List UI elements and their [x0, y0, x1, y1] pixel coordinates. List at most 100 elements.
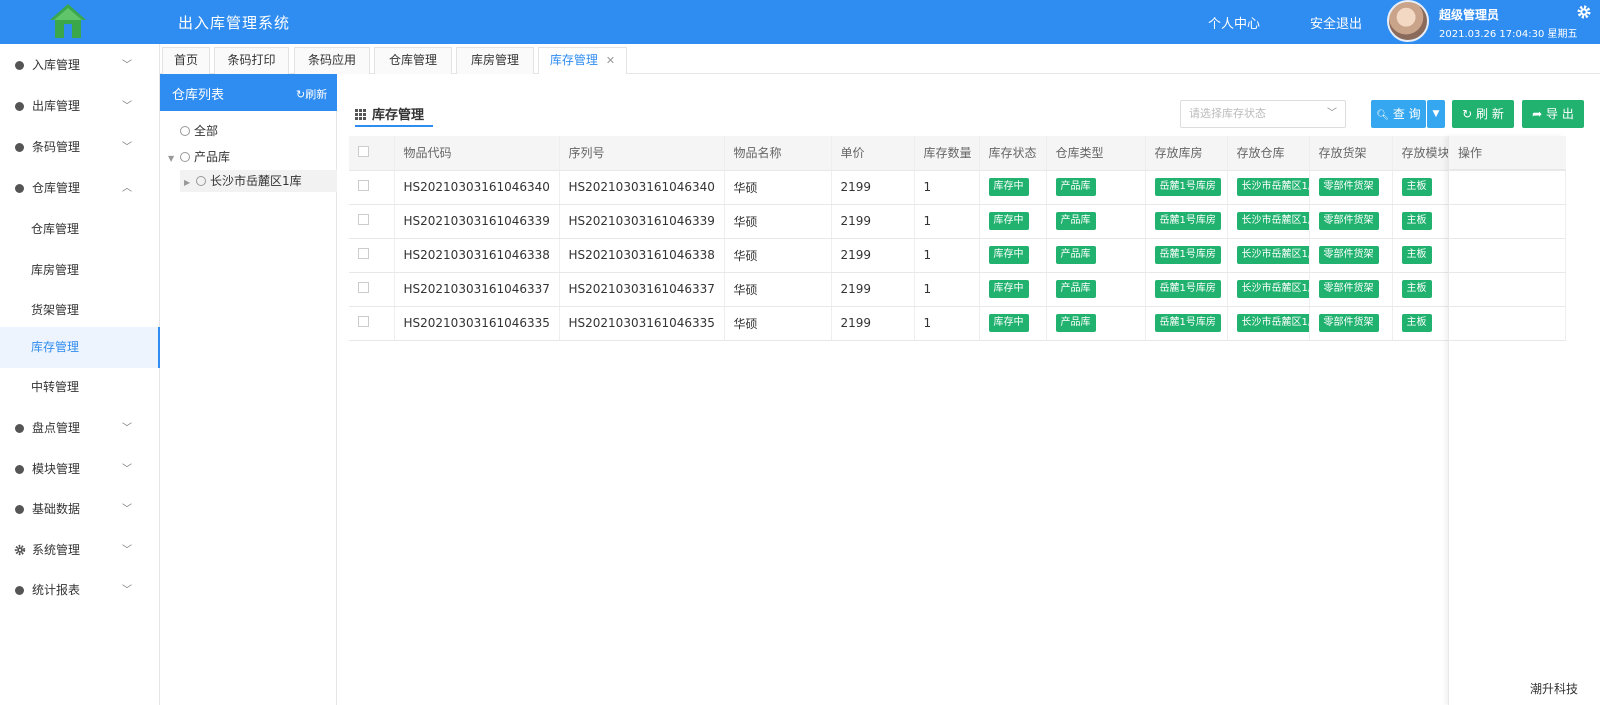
tree-header: 仓库列表 ↻刷新	[160, 74, 337, 111]
sidebar-item-reports[interactable]: 统计报表 ﹀	[0, 570, 160, 611]
sidebar-item-modules[interactable]: 模块管理 ﹀	[0, 449, 160, 490]
sidebar-subitem-transfer[interactable]: 中转管理	[0, 367, 160, 408]
col-storeroom[interactable]: 存放库房	[1145, 136, 1228, 171]
table-cell: HS20210303161046339	[559, 204, 725, 239]
col-warehouse-type[interactable]: 仓库类型	[1046, 136, 1146, 171]
sidebar-item-label: 统计报表	[32, 583, 81, 597]
tree-node-product[interactable]: ▼ 产品库	[168, 146, 230, 168]
table-row[interactable]: HS20210303161046338 HS20210303161046338 华硕…	[349, 238, 1566, 273]
table-body: HS20210303161046340 HS20210303161046340 华硕…	[349, 170, 1566, 341]
sidebar-item-label: 盘点管理	[32, 421, 81, 435]
tag-cell: 零部件货架	[1309, 272, 1393, 307]
personal-center-link[interactable]: 个人中心	[1208, 13, 1260, 32]
status-badge: 库存中	[988, 178, 1029, 196]
table-row[interactable]: HS20210303161046335 HS20210303161046335 华硕…	[349, 306, 1566, 341]
tree-title: 仓库列表	[172, 88, 225, 103]
tab-home[interactable]: 首页	[162, 47, 210, 74]
row-checkbox[interactable]	[358, 214, 369, 225]
col-warehouse[interactable]: 存放仓库	[1227, 136, 1310, 171]
table-cell: HS20210303161046338	[394, 238, 560, 273]
tab-inventory[interactable]: 库存管理 ✕	[538, 47, 627, 74]
row-checkbox[interactable]	[358, 316, 369, 327]
sidebar-item-warehouse[interactable]: 仓库管理 ︿	[0, 168, 160, 209]
sidebar-item-basic-data[interactable]: 基础数据 ﹀	[0, 489, 160, 530]
settings-gear-icon[interactable]	[1576, 4, 1592, 20]
table-cell: 2199	[831, 204, 915, 239]
radio-icon	[180, 152, 190, 162]
select-all-checkbox[interactable]	[358, 145, 369, 157]
col-stock-qty[interactable]: 库存数量	[914, 136, 980, 171]
col-stock-status[interactable]: 库存状态	[979, 136, 1047, 171]
actions-column: 操作	[1448, 136, 1566, 705]
sidebar-item-barcode[interactable]: 条码管理 ﹀	[0, 127, 160, 168]
table-cell: HS20210303161046337	[394, 272, 560, 307]
col-unit-price[interactable]: 单价	[831, 136, 915, 171]
sidebar-subitem-inventory[interactable]: 库存管理	[0, 327, 160, 368]
menu-dot-icon	[15, 184, 24, 193]
chevron-down-icon: ﹀	[122, 464, 132, 475]
row-checkbox-cell	[349, 204, 395, 239]
col-serial-no[interactable]: 序列号	[559, 136, 725, 171]
sidebar-item-system[interactable]: 系统管理 ﹀	[0, 530, 160, 571]
current-datetime: 2021.03.26 17:04:30 星期五	[1439, 29, 1578, 40]
tag-cell: 主板	[1392, 238, 1449, 273]
sidebar-subitem-label: 仓库管理	[31, 222, 80, 236]
home-logo-icon[interactable]	[48, 2, 88, 40]
sidebar-subitem-shelf[interactable]: 货架管理	[0, 290, 160, 331]
user-avatar[interactable]	[1387, 0, 1429, 42]
table-cell: 1	[914, 306, 980, 341]
sidebar-item-inbound[interactable]: 入库管理 ﹀	[0, 45, 160, 86]
tag-cell: 主板	[1392, 306, 1449, 341]
tag-cell: 岳麓1号库房	[1145, 306, 1228, 341]
col-module[interactable]: 存放模块	[1392, 136, 1449, 171]
menu-dot-icon	[15, 102, 24, 111]
row-checkbox[interactable]	[358, 180, 369, 191]
tag-cell: 岳麓1号库房	[1145, 204, 1228, 239]
tab-barcode-apply[interactable]: 条码应用	[294, 47, 370, 74]
status-badge: 长沙市岳麓区1库	[1236, 280, 1308, 298]
table-row[interactable]: HS20210303161046337 HS20210303161046337 华硕…	[349, 272, 1566, 307]
sidebar-item-label: 仓库管理	[32, 181, 81, 195]
tag-cell: 长沙市岳麓区1库	[1227, 272, 1310, 307]
sidebar-subitem-warehouse[interactable]: 仓库管理	[0, 209, 160, 250]
export-button[interactable]: ➦ 导 出	[1522, 100, 1584, 128]
status-badge: 产品库	[1055, 314, 1096, 332]
sidebar-item-outbound[interactable]: 出库管理 ﹀	[0, 86, 160, 127]
tag-cell: 零部件货架	[1309, 238, 1393, 273]
refresh-button[interactable]: ↻ 刷 新	[1452, 100, 1514, 128]
logout-link[interactable]: 安全退出	[1310, 13, 1362, 32]
tree-node-all[interactable]: 全部	[180, 120, 218, 142]
status-badge: 主板	[1401, 178, 1432, 196]
status-badge: 库存中	[988, 246, 1029, 264]
col-shelf[interactable]: 存放货架	[1309, 136, 1393, 171]
status-badge: 主板	[1401, 314, 1432, 332]
table-row[interactable]: HS20210303161046339 HS20210303161046339 华硕…	[349, 204, 1566, 239]
close-icon[interactable]: ✕	[606, 54, 615, 67]
row-checkbox[interactable]	[358, 282, 369, 293]
stock-status-select[interactable]: 请选择库存状态 ﹀	[1180, 100, 1346, 128]
col-item-code[interactable]: 物品代码	[394, 136, 560, 171]
query-button[interactable]: 🔍︎ 查 询	[1371, 100, 1426, 128]
brand-watermark: 潮升科技	[1530, 682, 1579, 696]
row-checkbox[interactable]	[358, 248, 369, 259]
sidebar-subitem-storeroom[interactable]: 库房管理	[0, 250, 160, 291]
table-cell: HS20210303161046337	[559, 272, 725, 307]
chevron-down-icon: ﹀	[122, 60, 132, 71]
tab-warehouse[interactable]: 仓库管理	[374, 47, 452, 74]
col-item-name[interactable]: 物品名称	[724, 136, 832, 171]
status-badge: 岳麓1号库房	[1154, 314, 1221, 332]
tab-bar: 首页 条码打印 条码应用 仓库管理 库房管理 库存管理 ✕	[160, 44, 1600, 74]
tab-barcode-print[interactable]: 条码打印	[214, 47, 289, 74]
chevron-down-icon: ﹀	[122, 142, 132, 153]
main-content: 库存管理 请选择库存状态 ﹀ 🔍︎ 查 询 ▼ ↻ 刷 新 ➦ 导 出 物品代码…	[337, 74, 1600, 705]
tree-node-changsha[interactable]: ▶ 长沙市岳麓区1库	[180, 170, 337, 192]
query-dropdown-button[interactable]: ▼	[1427, 100, 1445, 128]
tab-storeroom[interactable]: 库房管理	[456, 47, 534, 74]
table-cell: HS20210303161046338	[559, 238, 725, 273]
table-row[interactable]: HS20210303161046340 HS20210303161046340 华硕…	[349, 170, 1566, 205]
status-badge: 长沙市岳麓区1库	[1236, 314, 1308, 332]
tree-refresh-button[interactable]: ↻刷新	[296, 86, 327, 102]
page-title: 库存管理	[355, 104, 424, 123]
menu-dot-icon	[15, 505, 24, 514]
sidebar-item-stocktaking[interactable]: 盘点管理 ﹀	[0, 408, 160, 449]
